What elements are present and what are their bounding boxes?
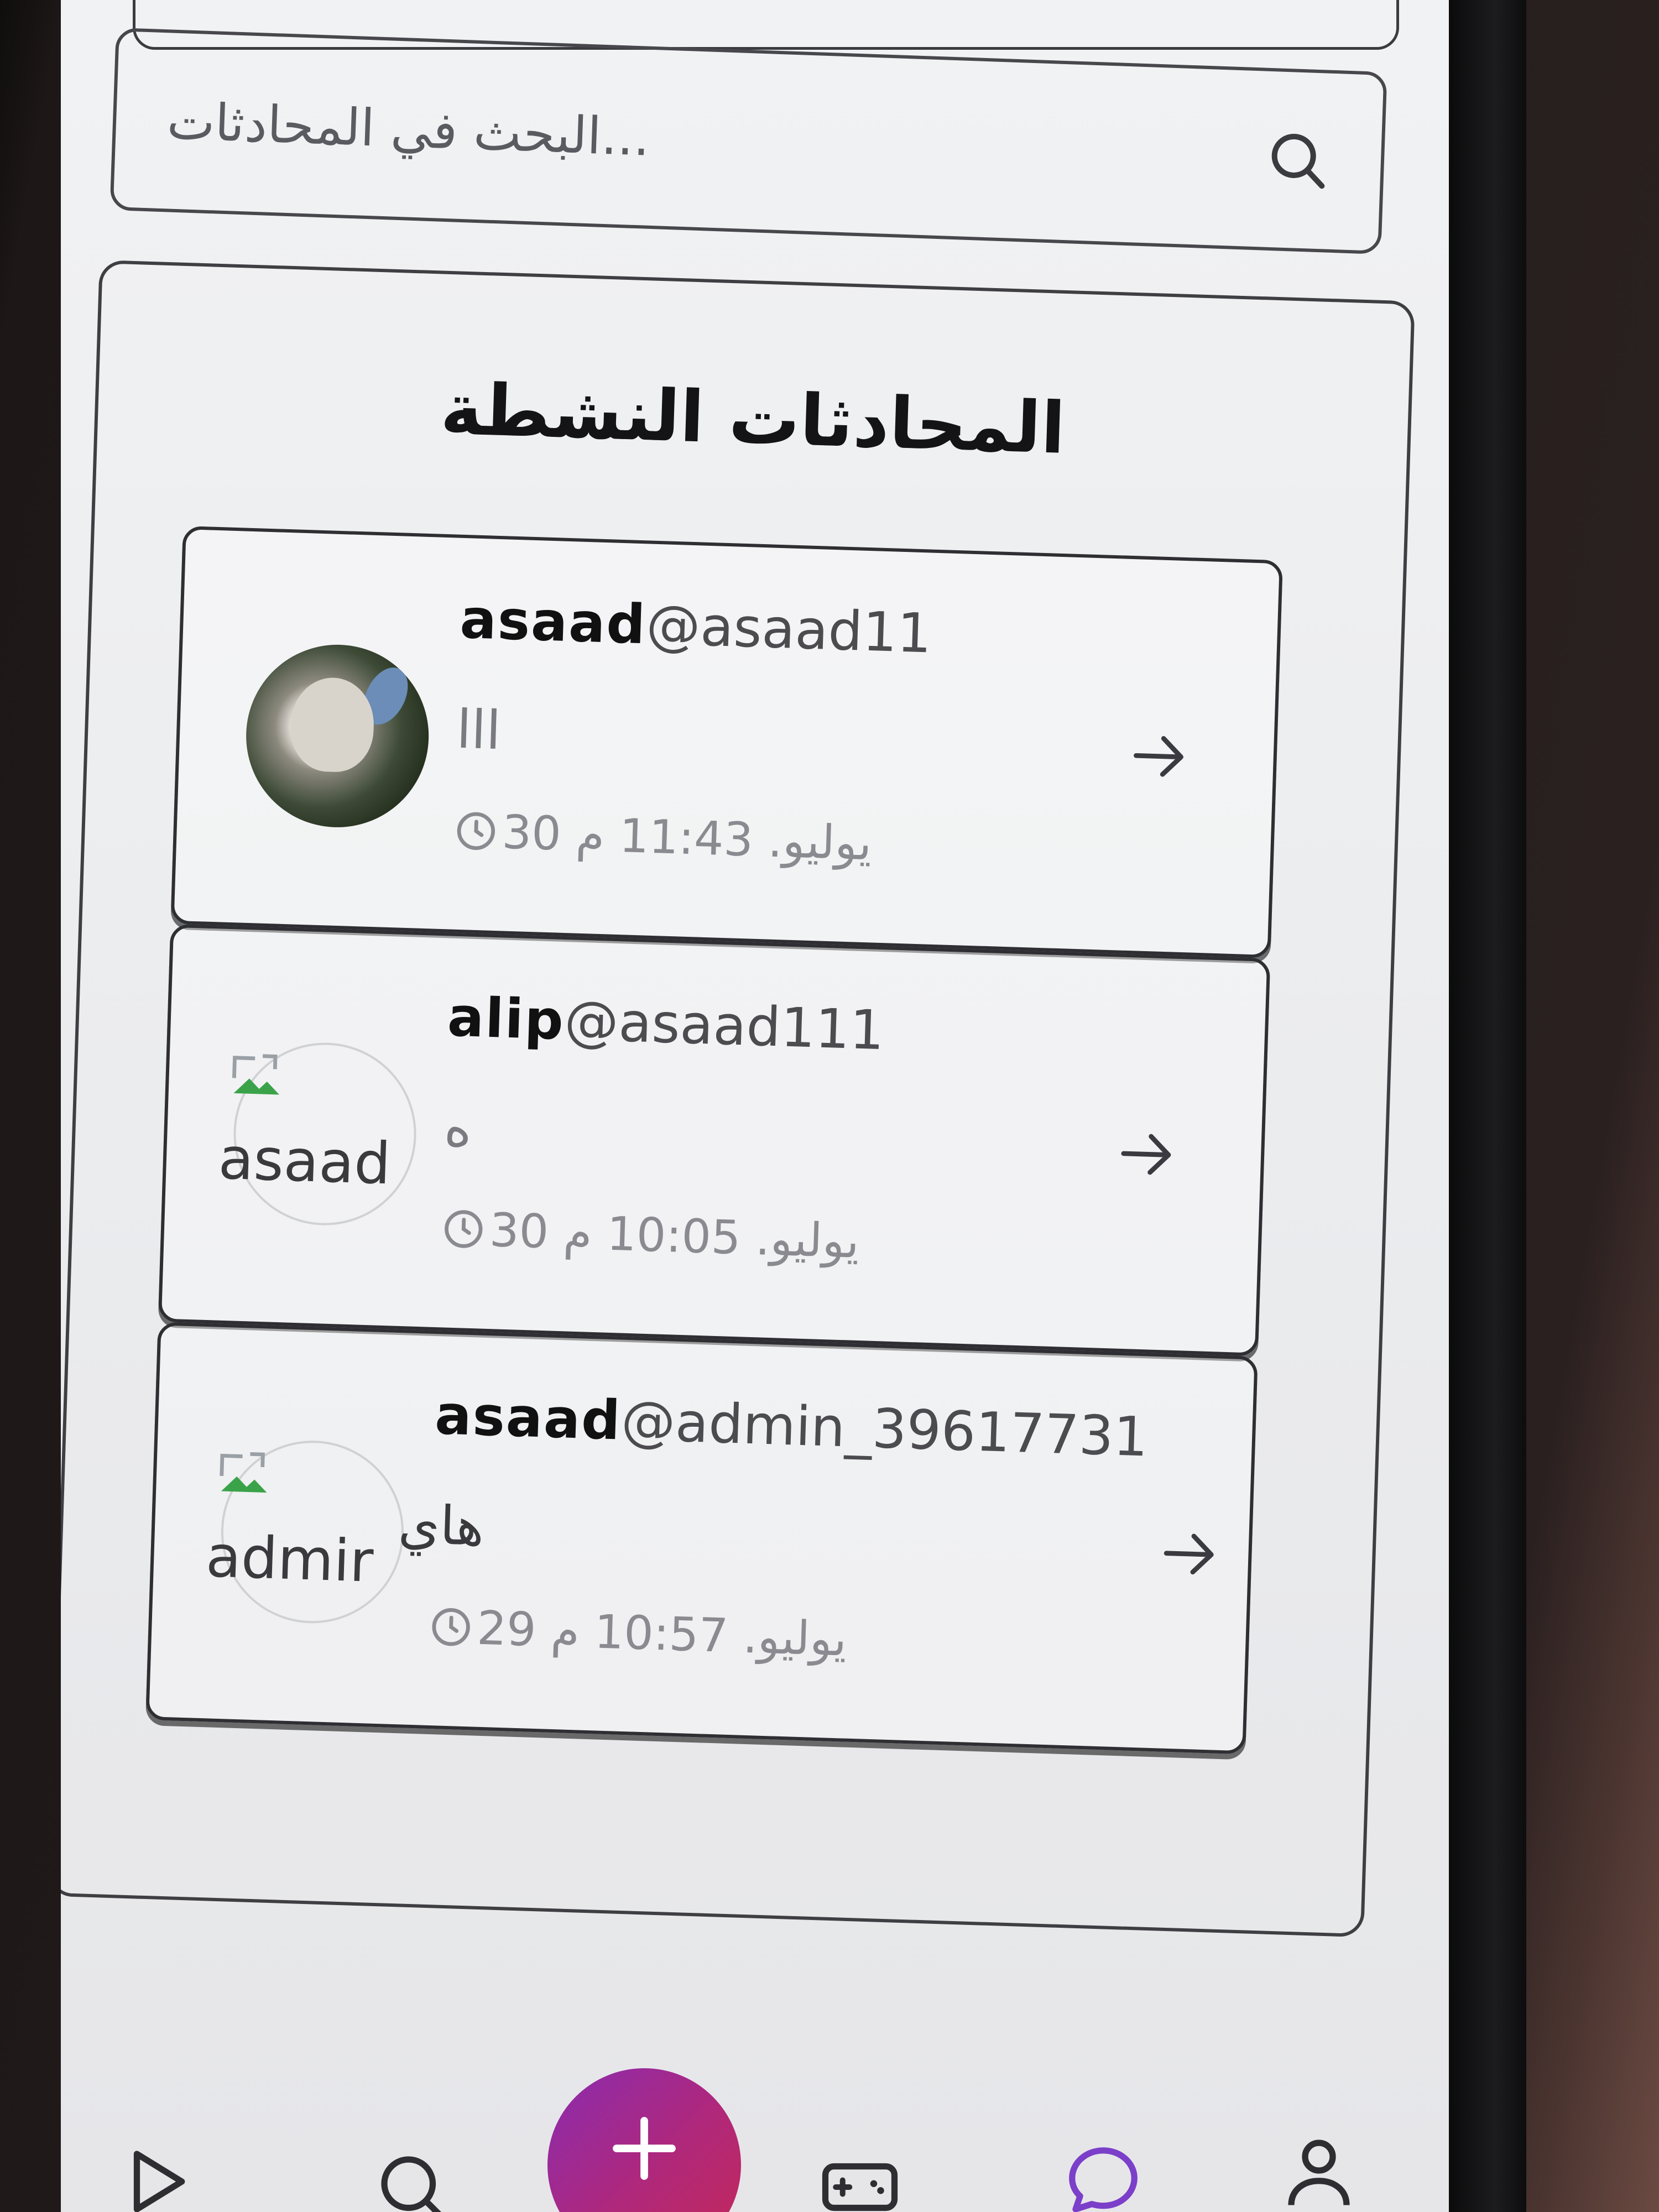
- avatar-photo: [243, 641, 432, 831]
- new-item-button[interactable]: [547, 2068, 741, 2212]
- conversation-item[interactable]: asaad@asaad11 lll يوليو. 11:43 م 30: [170, 525, 1283, 959]
- avatar: asaad: [217, 1040, 419, 1228]
- conversation-name: asaad@asaad11: [459, 588, 932, 666]
- arrow-right-icon[interactable]: [1153, 1517, 1227, 1591]
- avatar-alt-text: asaad: [217, 1124, 392, 1198]
- clock-icon: [457, 812, 495, 851]
- arrow-right-icon[interactable]: [1110, 1117, 1185, 1191]
- bottom-navigation: [61, 2035, 1449, 2212]
- user-handle: @asaad111: [563, 989, 885, 1063]
- search-icon[interactable]: [371, 2146, 453, 2212]
- last-message: هاي: [397, 1493, 486, 1558]
- search-icon: [1271, 133, 1325, 189]
- avatar: admir: [205, 1438, 407, 1626]
- avatar: [243, 641, 432, 831]
- clock-icon: [445, 1210, 483, 1248]
- search-input[interactable]: [165, 90, 1233, 189]
- gamepad-icon[interactable]: [818, 2146, 901, 2212]
- display-name: asaad: [434, 1384, 623, 1453]
- time-text: يوليو. 10:57 م 29: [476, 1600, 848, 1667]
- display-name: asaad: [459, 587, 648, 657]
- arrow-right-icon[interactable]: [1123, 719, 1197, 794]
- conversation-time: يوليو. 10:05 م 30: [440, 1201, 860, 1269]
- panel-title: المحادثات النشطة: [439, 368, 1067, 470]
- broken-image-icon: [232, 1054, 279, 1095]
- avatar-alt-text: admir: [205, 1522, 374, 1595]
- avatar-broken-image: asaad: [217, 1040, 419, 1228]
- search-bar[interactable]: [109, 28, 1387, 255]
- avatar-broken-image: admir: [205, 1438, 407, 1626]
- user-handle: @asaad11: [645, 593, 933, 666]
- user-handle: @admin_39617731: [620, 1389, 1149, 1469]
- play-icon[interactable]: [116, 2140, 199, 2212]
- conversation-time: يوليو. 11:43 م 30: [452, 804, 873, 871]
- chat-bubble-icon[interactable]: [1062, 2140, 1145, 2212]
- conversation-item[interactable]: admir asaad@admin_39617731 هاي يوليو. 10…: [145, 1322, 1258, 1755]
- conversation-time: يوليو. 10:57 م 29: [427, 1599, 848, 1667]
- active-conversations-panel: المحادثات النشطة asaad@asaad11 lll يوليو…: [61, 260, 1415, 1938]
- conversation-item[interactable]: asaad alip@asaad111 ه يوليو. 10:05 م 30: [158, 924, 1271, 1357]
- display-name: alip: [446, 985, 566, 1053]
- plus-icon: [613, 2117, 676, 2180]
- time-text: يوليو. 10:05 م 30: [488, 1203, 860, 1269]
- clock-icon: [432, 1608, 470, 1646]
- profile-icon[interactable]: [1277, 2129, 1360, 2212]
- time-text: يوليو. 11:43 م 30: [501, 805, 873, 871]
- broken-image-icon: [220, 1452, 267, 1493]
- conversation-name: asaad@admin_39617731: [434, 1384, 1149, 1469]
- phone-screen: المحادثات النشطة asaad@asaad11 lll يوليو…: [61, 0, 1449, 2212]
- phone-bezel: [1449, 0, 1526, 2212]
- conversation-name: alip@asaad111: [447, 985, 885, 1062]
- last-message: ه: [443, 1096, 473, 1159]
- last-message: lll: [455, 698, 502, 762]
